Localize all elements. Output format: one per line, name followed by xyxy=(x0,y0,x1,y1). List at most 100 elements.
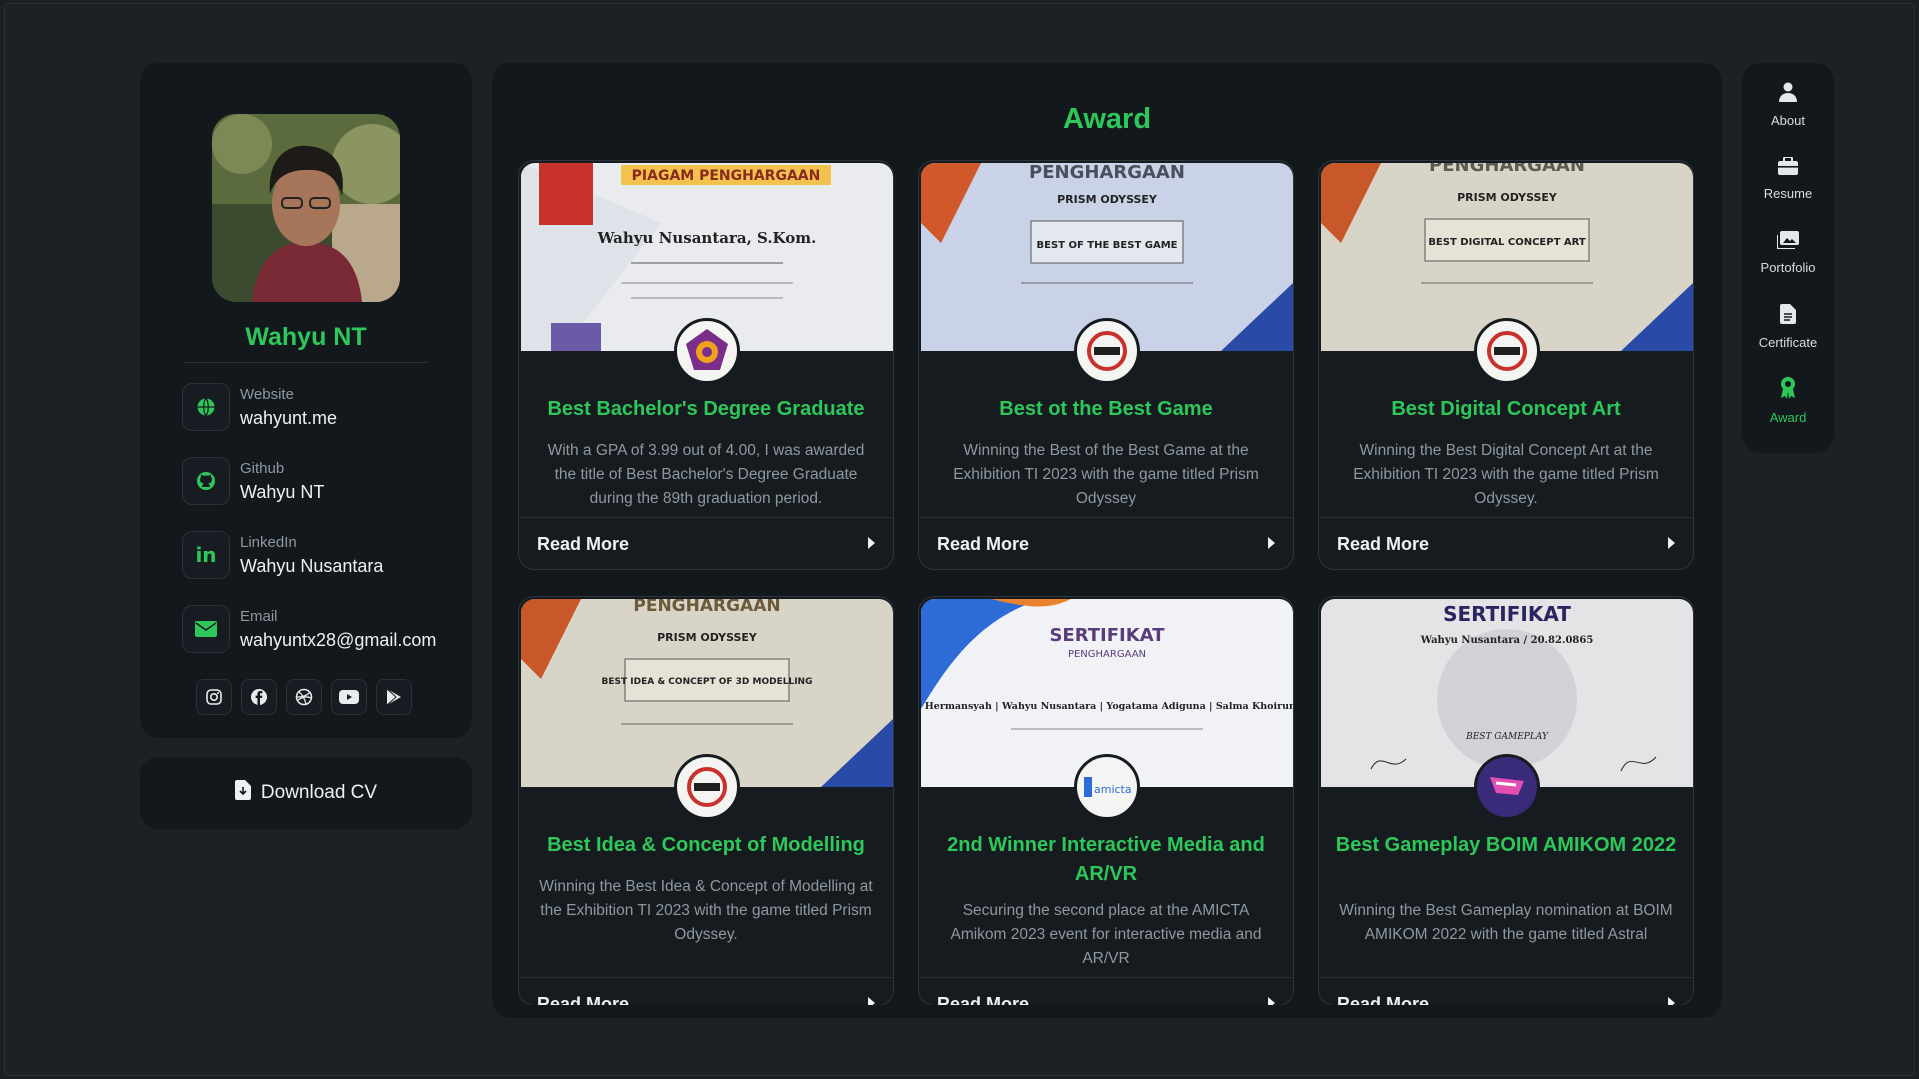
read-more-label: Read More xyxy=(937,534,1030,554)
award-description: Winning the Best Digital Concept Art at … xyxy=(1353,442,1659,507)
svg-text:PRISM ODYSSEY: PRISM ODYSSEY xyxy=(1057,193,1158,206)
profile-card: Wahyu NT Website wahyunt.me Github Wahyu… xyxy=(140,63,472,738)
boim-logo-icon xyxy=(1474,754,1540,820)
read-more-label: Read More xyxy=(537,534,630,554)
contact-value[interactable]: wahyunt.me xyxy=(240,408,337,429)
read-more-button[interactable]: Read More xyxy=(1319,517,1693,569)
nav-item-award[interactable]: Award xyxy=(1742,366,1834,436)
caret-right-icon xyxy=(1667,996,1675,1005)
file-download-icon xyxy=(234,780,251,806)
read-more-button[interactable]: Read More xyxy=(519,517,893,569)
award-description: Securing the second place at the AMICTA … xyxy=(950,902,1262,967)
read-more-label: Read More xyxy=(937,994,1030,1005)
award-card: SERTIFIKAT PENGHARGAAN Vicky Hermansyah … xyxy=(918,596,1294,1005)
award-card: PIAGAM PENGHARGAAN Wahyu Nusantara, S.Ko… xyxy=(518,160,894,570)
read-more-button[interactable]: Read More xyxy=(1319,977,1693,1005)
award-title: Best Digital Concept Art xyxy=(1391,398,1621,420)
social-links xyxy=(196,679,412,715)
nav-label: Resume xyxy=(1763,186,1813,201)
award-title: Best Bachelor's Degree Graduate xyxy=(547,398,865,420)
contact-label: Github xyxy=(240,460,285,477)
exhibition-logo-icon xyxy=(1474,318,1540,384)
profile-divider xyxy=(184,362,428,363)
contact-value[interactable]: wahyuntx28@gmail.com xyxy=(240,630,436,651)
read-more-label: Read More xyxy=(537,994,630,1005)
svg-text:amicta: amicta xyxy=(1094,783,1132,796)
exhibition-logo-icon xyxy=(1074,318,1140,384)
contact-email[interactable]: Email wahyuntx28@gmail.com xyxy=(182,605,452,657)
svg-text:BEST DIGITAL CONCEPT ART: BEST DIGITAL CONCEPT ART xyxy=(1428,237,1586,248)
dribbble-icon[interactable] xyxy=(286,679,322,715)
caret-right-icon xyxy=(1267,536,1275,554)
nav-label: Award xyxy=(1769,410,1807,425)
award-grid: PIAGAM PENGHARGAAN Wahyu Nusantara, S.Ko… xyxy=(518,160,1698,1005)
facebook-icon[interactable] xyxy=(241,679,277,715)
read-more-label: Read More xyxy=(1337,534,1430,554)
award-title: Best Gameplay BOIM AMIKOM 2022 xyxy=(1335,834,1677,856)
read-more-button[interactable]: Read More xyxy=(919,977,1293,1005)
svg-text:PRISM ODYSSEY: PRISM ODYSSEY xyxy=(657,631,758,644)
contact-linkedin[interactable]: in LinkedIn Wahyu Nusantara xyxy=(182,531,452,583)
award-description: Winning the Best Gameplay nomination at … xyxy=(1339,902,1673,943)
svg-text:PIAGAM PENGHARGAAN: PIAGAM PENGHARGAAN xyxy=(632,168,821,184)
svg-text:BEST GAMEPLAY: BEST GAMEPLAY xyxy=(1465,732,1549,742)
contact-github[interactable]: Github Wahyu NT xyxy=(182,457,452,509)
contact-label: Email xyxy=(240,608,278,625)
document-icon xyxy=(1780,304,1796,329)
award-description: Winning the Best of the Best Game at the… xyxy=(953,442,1259,507)
award-description: Winning the Best Idea & Concept of Model… xyxy=(539,878,873,943)
github-icon xyxy=(182,457,230,505)
svg-text:PENGHARGAAN: PENGHARGAAN xyxy=(1068,649,1146,660)
download-cv-label: Download CV xyxy=(260,782,378,803)
nav-label: Portofolio xyxy=(1760,260,1816,275)
section-title: Award xyxy=(1062,103,1152,135)
globe-icon xyxy=(182,383,230,431)
nav-label: About xyxy=(1771,113,1805,128)
caret-right-icon xyxy=(1667,536,1675,554)
contact-value[interactable]: Wahyu NT xyxy=(240,482,324,503)
svg-text:SERTIFIKAT: SERTIFIKAT xyxy=(1049,625,1165,646)
avatar xyxy=(212,114,400,302)
svg-text:PENGHARGAAN: PENGHARGAAN xyxy=(633,599,780,616)
youtube-icon[interactable] xyxy=(331,679,367,715)
briefcase-icon xyxy=(1778,156,1798,180)
download-cv-button[interactable]: Download CV xyxy=(140,757,472,829)
award-icon xyxy=(1780,377,1796,404)
images-icon xyxy=(1776,231,1799,254)
main-content: Award PIAGAM PENGHARGAAN Wahyu Nusantara… xyxy=(492,63,1722,1018)
nav-item-about[interactable]: About xyxy=(1742,70,1834,140)
linkedin-icon: in xyxy=(182,531,230,579)
contact-label: LinkedIn xyxy=(240,534,297,551)
profile-name: Wahyu NT xyxy=(245,323,367,351)
award-card: PENGHARGAAN PRISM ODYSSEY BEST OF THE BE… xyxy=(918,160,1294,570)
award-title: Best ot the Best Game xyxy=(999,398,1213,420)
award-badge-icon xyxy=(674,318,740,384)
svg-text:BEST IDEA & CONCEPT OF 3D MODE: BEST IDEA & CONCEPT OF 3D MODELLING xyxy=(602,677,813,687)
svg-text:PENGHARGAAN: PENGHARGAAN xyxy=(1429,163,1585,176)
svg-text:PRISM ODYSSEY: PRISM ODYSSEY xyxy=(1457,191,1558,204)
read-more-button[interactable]: Read More xyxy=(919,517,1293,569)
side-nav: About Resume Portofolio Certificate Awar… xyxy=(1742,63,1834,453)
contact-label: Website xyxy=(240,386,294,403)
user-icon xyxy=(1779,82,1797,107)
svg-text:Wahyu Nusantara, S.Kom.: Wahyu Nusantara, S.Kom. xyxy=(597,229,817,247)
read-more-label: Read More xyxy=(1337,994,1430,1005)
nav-label: Certificate xyxy=(1758,335,1818,350)
award-card: PENGHARGAAN PRISM ODYSSEY BEST IDEA & CO… xyxy=(518,596,894,1005)
nav-item-portofolio[interactable]: Portofolio xyxy=(1742,218,1834,288)
contact-website[interactable]: Website wahyunt.me xyxy=(182,383,452,435)
svg-text:SERTIFIKAT: SERTIFIKAT xyxy=(1443,602,1571,626)
award-card: PENGHARGAAN PRISM ODYSSEY BEST DIGITAL C… xyxy=(1318,160,1694,570)
caret-right-icon xyxy=(867,996,875,1005)
nav-item-certificate[interactable]: Certificate xyxy=(1742,292,1834,362)
email-icon xyxy=(182,605,230,653)
contact-value[interactable]: Wahyu Nusantara xyxy=(240,556,383,577)
svg-text:BEST OF THE BEST GAME: BEST OF THE BEST GAME xyxy=(1037,240,1178,251)
read-more-button[interactable]: Read More xyxy=(519,977,893,1005)
play-store-icon[interactable] xyxy=(376,679,412,715)
svg-text:Wahyu Nusantara / 20.82.0865: Wahyu Nusantara / 20.82.0865 xyxy=(1420,635,1594,646)
instagram-icon[interactable] xyxy=(196,679,232,715)
nav-item-resume[interactable]: Resume xyxy=(1742,144,1834,214)
svg-text:Vicky Hermansyah | Wahyu Nusan: Vicky Hermansyah | Wahyu Nusantara | Yog… xyxy=(921,701,1293,712)
amicta-logo-icon: amicta xyxy=(1074,754,1140,820)
